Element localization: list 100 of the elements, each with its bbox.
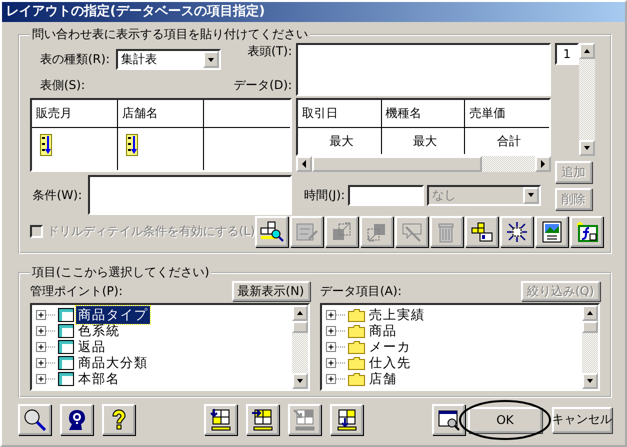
- toolbar-button[interactable]: [570, 216, 604, 247]
- expand-icon[interactable]: [36, 310, 56, 320]
- scrollbar-thumb[interactable]: [312, 156, 482, 172]
- function-table-icon: [574, 220, 599, 242]
- grid-arrow-down-icon: [208, 408, 232, 432]
- caret-down-icon: [296, 378, 304, 384]
- grid-arrow-right-icon: [250, 408, 274, 432]
- scrollbar-thumb[interactable]: [292, 321, 308, 333]
- tree-item[interactable]: 返品: [76, 338, 108, 356]
- expand-icon[interactable]: [326, 342, 346, 352]
- table-icon: [58, 324, 74, 338]
- tree-list[interactable]: 売上実績 商品 メーカ 仕入先 店舗: [320, 303, 600, 391]
- column-header: 取引日: [298, 100, 382, 128]
- speech-bubble-icon: [400, 220, 424, 242]
- column-header: 機種名: [382, 100, 466, 128]
- preview-button[interactable]: [432, 404, 465, 435]
- horizontal-scrollbar[interactable]: [296, 156, 551, 172]
- expand-icon[interactable]: [36, 342, 56, 352]
- table-icon: [58, 372, 74, 386]
- column-header: 売単価: [465, 100, 549, 128]
- arrow-left-icon: [301, 160, 307, 168]
- folder-icon: [348, 356, 365, 370]
- window-title: レイアウトの指定(データベースの項目指定): [2, 2, 625, 22]
- expand-icon[interactable]: [326, 326, 346, 336]
- toolbar-button[interactable]: [60, 404, 93, 435]
- burst-icon: [504, 220, 529, 242]
- arrow-up-icon: [586, 310, 594, 316]
- tree-item[interactable]: 色系統: [76, 322, 122, 340]
- expand-icon[interactable]: [326, 374, 346, 384]
- ok-button[interactable]: OK: [468, 406, 542, 432]
- scrollbar-thumb[interactable]: [582, 321, 598, 333]
- arrow-up-icon: [296, 310, 304, 316]
- tree-item[interactable]: 仕入先: [367, 354, 413, 372]
- toolbar-button[interactable]: [255, 216, 288, 247]
- field-label: データ項目(A):: [320, 282, 402, 300]
- toolbar-button[interactable]: [102, 404, 135, 435]
- table-cell-text: 合計: [496, 132, 522, 150]
- column-axis-area[interactable]: [296, 43, 551, 96]
- time-field[interactable]: [348, 184, 424, 206]
- toolbar-button[interactable]: [204, 404, 237, 435]
- tree-item[interactable]: 店舗: [367, 370, 399, 388]
- sort-order-icon: [126, 134, 138, 156]
- expand-icon[interactable]: [326, 310, 346, 320]
- cancel-button[interactable]: キャンセル: [552, 406, 612, 432]
- vertical-scrollbar[interactable]: [579, 43, 595, 156]
- tree-list[interactable]: 商品タイプ 色系統 返品 商品大分類 本部名: [30, 303, 310, 391]
- caret-down-icon: [526, 192, 535, 198]
- condition-field[interactable]: [88, 175, 292, 215]
- checkbox-label: ドリルディテイル条件を有効にする(L): [47, 223, 256, 240]
- toolbar-button[interactable]: [465, 216, 498, 247]
- table-icon: [58, 356, 74, 370]
- column-header: 販売月: [32, 100, 118, 128]
- caret-down-icon: [583, 145, 591, 151]
- picture-card-icon: [540, 220, 564, 242]
- tree-item[interactable]: 商品: [367, 322, 399, 340]
- group-title: 項目(ここから選択してください): [31, 264, 210, 281]
- toolbar-button[interactable]: [330, 404, 363, 435]
- expand-icon[interactable]: [36, 374, 56, 384]
- table-magnifier-icon: [260, 220, 284, 242]
- document-pencil-icon: [294, 220, 319, 242]
- grid-card-icon: [470, 220, 494, 242]
- sort-order-icon: [40, 134, 52, 156]
- folder-icon: [348, 372, 365, 386]
- folder-icon: [348, 324, 365, 338]
- table-cell: 最大: [382, 128, 466, 154]
- expand-icon[interactable]: [36, 358, 56, 368]
- vertical-scrollbar[interactable]: [582, 305, 598, 389]
- caret-down-icon: [586, 378, 594, 384]
- vertical-scrollbar[interactable]: [292, 305, 308, 389]
- caret-down-icon: [206, 56, 215, 62]
- table-type-dropdown[interactable]: 集計表: [116, 49, 221, 70]
- toolbar-button[interactable]: [18, 404, 51, 435]
- field-label: データ(D):: [233, 77, 292, 94]
- page-number-field[interactable]: 1: [555, 43, 579, 65]
- field-label: 表側(S):: [40, 77, 86, 94]
- field-label: 表の種類(R):: [40, 51, 110, 68]
- table-icon: [58, 340, 74, 354]
- field-label: 管理ポイント(P):: [30, 282, 123, 300]
- group-title: 問い合わせ表に表示する項目を貼り付けてください: [31, 26, 309, 43]
- tree-item[interactable]: 商品タイプ: [76, 306, 150, 324]
- field-label: 時間(J):: [303, 186, 345, 204]
- refresh-button[interactable]: 最新表示(N): [232, 281, 310, 301]
- toolbar-button[interactable]: [535, 216, 568, 247]
- tree-item[interactable]: メーカ: [367, 338, 413, 356]
- folder-icon: [348, 308, 365, 322]
- tree-item[interactable]: 商品大分類: [76, 354, 150, 372]
- column-header: 店舗名: [118, 100, 204, 128]
- toolbar-button[interactable]: [500, 216, 534, 247]
- tree-item[interactable]: 本部名: [76, 370, 122, 388]
- tree-item[interactable]: 売上実績: [367, 306, 427, 324]
- expand-icon[interactable]: [326, 358, 346, 368]
- search-icon: [22, 408, 46, 432]
- toolbar-button[interactable]: [246, 404, 279, 435]
- grid-arrow-down-icon: [334, 408, 358, 432]
- arrow-right-icon: [540, 160, 546, 168]
- expand-icon[interactable]: [36, 326, 56, 336]
- field-label: 条件(W):: [32, 186, 82, 204]
- window-magnifier-icon: [436, 408, 460, 430]
- arrow-up-icon: [583, 48, 591, 54]
- folder-icon: [348, 340, 365, 354]
